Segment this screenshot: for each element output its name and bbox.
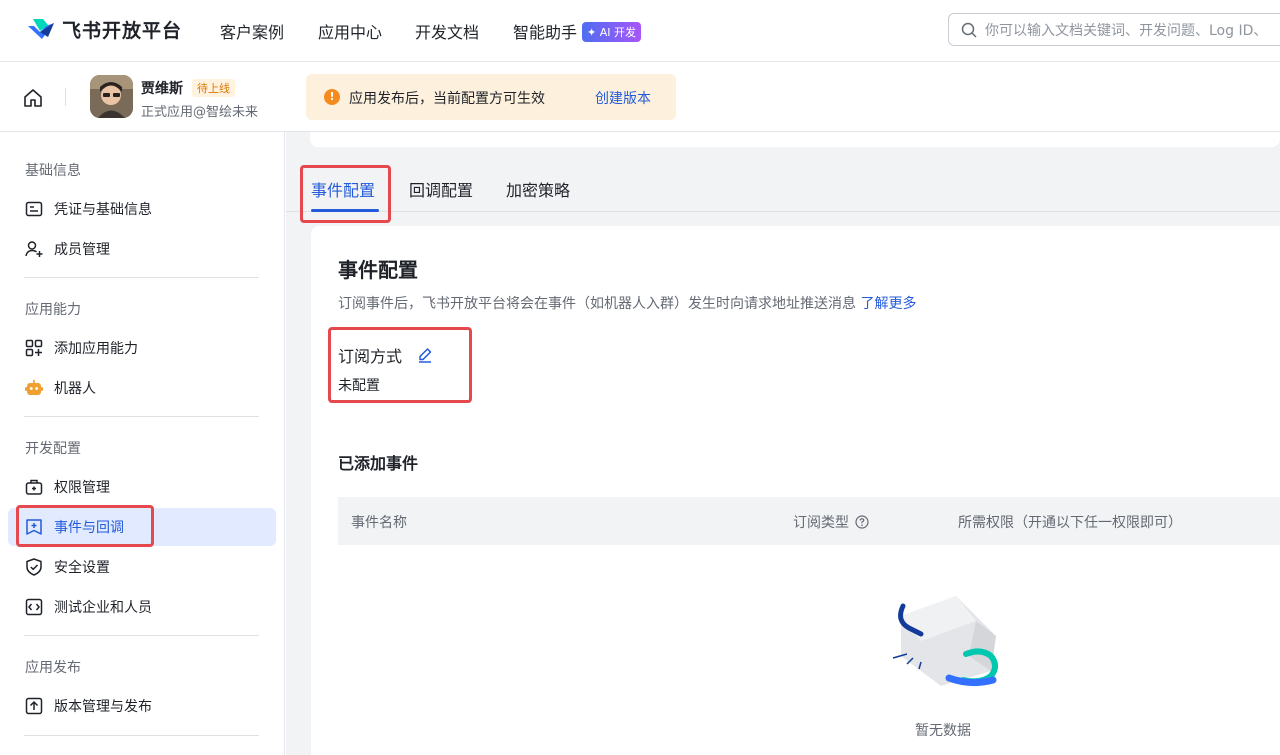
column-header-required-permissions: 所需权限（开通以下任一权限即可） <box>958 512 1182 532</box>
sidebar-item-label: 凭证与基础信息 <box>54 202 152 218</box>
code-box-icon <box>25 598 43 616</box>
brand-name: 飞书开放平台 <box>62 20 183 42</box>
toolbox-icon <box>25 479 43 495</box>
nav-app-center[interactable]: 应用中心 <box>318 19 382 43</box>
app-header: 贾维斯 待上线 正式应用@智绘未来 ! 应用发布后，当前配置方可生效 创建版本 <box>0 62 1280 132</box>
sidebar-item-permissions[interactable]: 权限管理 <box>8 468 276 506</box>
app-avatar[interactable] <box>90 75 133 118</box>
shield-check-icon <box>26 558 42 576</box>
nav-smart-assistant-label: 智能助手 <box>513 23 578 42</box>
robot-icon <box>25 379 43 395</box>
learn-more-link[interactable]: 了解更多 <box>860 296 916 312</box>
column-header-subscription-type: 订阅类型 <box>793 512 869 532</box>
tab-callback-config[interactable]: 回调配置 <box>409 177 473 201</box>
highlight-box <box>328 327 472 403</box>
divider <box>24 277 259 278</box>
description-text: 订阅事件后，飞书开放平台将会在事件（如机器人入群）发生时向请求地址推送消息 <box>338 296 856 312</box>
status-badge: 待上线 <box>192 79 235 97</box>
tab-encryption[interactable]: 加密策略 <box>506 177 570 201</box>
tab-bar: 事件配置 回调配置 加密策略 <box>286 152 1280 212</box>
divider <box>24 416 259 417</box>
sidebar-item-test-enterprise[interactable]: 测试企业和人员 <box>8 588 276 626</box>
sidebar-item-label: 机器人 <box>54 381 96 397</box>
highlight-box <box>300 165 391 223</box>
search-placeholder: 你可以输入文档关键词、开发问题、Log ID、 <box>985 22 1268 39</box>
sidebar-item-members[interactable]: 成员管理 <box>8 230 276 268</box>
divider <box>24 635 259 636</box>
column-header-event-name: 事件名称 <box>351 512 407 532</box>
nav-smart-assistant[interactable]: 智能助手 ✦ AI 开发 <box>513 19 641 43</box>
events-table-header: 事件名称 订阅类型 所需权限（开通以下任一权限即可） <box>338 497 1280 545</box>
divider <box>65 88 66 106</box>
section-title-basic-info: 基础信息 <box>25 163 81 179</box>
upload-box-icon <box>25 697 43 715</box>
column-header-label: 事件名称 <box>351 515 407 531</box>
warning-icon: ! <box>324 89 340 105</box>
sidebar-item-security[interactable]: 安全设置 <box>8 548 276 586</box>
empty-state-text: 暂无数据 <box>915 723 971 739</box>
divider <box>24 735 259 736</box>
nav-customer-cases[interactable]: 客户案例 <box>220 19 284 43</box>
sidebar-item-credentials[interactable]: 凭证与基础信息 <box>8 190 276 228</box>
ai-dev-badge: ✦ AI 开发 <box>582 22 641 42</box>
top-navbar: 飞书开放平台 客户案例 应用中心 开发文档 智能助手 ✦ AI 开发 你可以输入文… <box>0 0 1280 62</box>
top-panel <box>310 132 1280 147</box>
sidebar-item-label: 添加应用能力 <box>54 341 138 357</box>
section-title-dev-config: 开发配置 <box>25 441 81 457</box>
sidebar-item-label: 安全设置 <box>54 560 110 576</box>
sidebar-item-version-release[interactable]: 版本管理与发布 <box>8 687 276 725</box>
card-title: 事件配置 <box>338 258 418 282</box>
sidebar-item-label: 测试企业和人员 <box>54 600 152 616</box>
sidebar: 基础信息 凭证与基础信息 成员管理 应用能力 添加应用能力 机器人 开发配置 权… <box>0 132 285 755</box>
sidebar-item-add-ability[interactable]: 添加应用能力 <box>8 329 276 367</box>
main-content: 事件配置 回调配置 加密策略 事件配置 订阅事件后，飞书开放平台将会在事件（如机… <box>286 132 1280 755</box>
search-input[interactable]: 你可以输入文档关键词、开发问题、Log ID、 <box>948 13 1280 46</box>
sidebar-item-label: 成员管理 <box>54 242 110 258</box>
search-icon <box>961 22 977 38</box>
publish-notice: ! 应用发布后，当前配置方可生效 创建版本 <box>306 74 676 120</box>
brand-logo[interactable]: 飞书开放平台 <box>26 16 182 43</box>
sidebar-item-label: 权限管理 <box>54 480 110 496</box>
avatar-image-icon <box>90 75 133 118</box>
app-name: 贾维斯 <box>141 81 183 97</box>
sidebar-item-bot[interactable]: 机器人 <box>8 369 276 407</box>
section-title-app-release: 应用发布 <box>25 660 81 676</box>
sidebar-item-label: 版本管理与发布 <box>54 699 152 715</box>
create-version-link[interactable]: 创建版本 <box>595 88 651 108</box>
event-config-card: 事件配置 订阅事件后，飞书开放平台将会在事件（如机器人入群）发生时向请求地址推送… <box>311 226 1280 755</box>
help-icon[interactable] <box>855 515 869 529</box>
add-user-icon <box>25 241 43 257</box>
section-title-app-abilities: 应用能力 <box>25 302 81 318</box>
empty-box-illustration-icon <box>892 596 998 687</box>
highlight-box <box>16 505 154 547</box>
nav-dev-docs[interactable]: 开发文档 <box>415 19 479 43</box>
card-description: 订阅事件后，飞书开放平台将会在事件（如机器人入群）发生时向请求地址推送消息 了解… <box>338 293 916 313</box>
id-card-icon <box>25 201 43 217</box>
home-icon[interactable] <box>22 87 44 109</box>
added-events-title: 已添加事件 <box>338 454 419 473</box>
apps-add-icon <box>25 339 43 357</box>
app-subtitle: 正式应用@智绘未来 <box>141 105 259 120</box>
notice-text: 应用发布后，当前配置方可生效 <box>349 91 545 107</box>
column-header-label: 订阅类型 <box>793 515 849 531</box>
column-header-label: 所需权限（开通以下任一权限即可） <box>958 515 1182 531</box>
feishu-logo-icon <box>28 18 54 39</box>
